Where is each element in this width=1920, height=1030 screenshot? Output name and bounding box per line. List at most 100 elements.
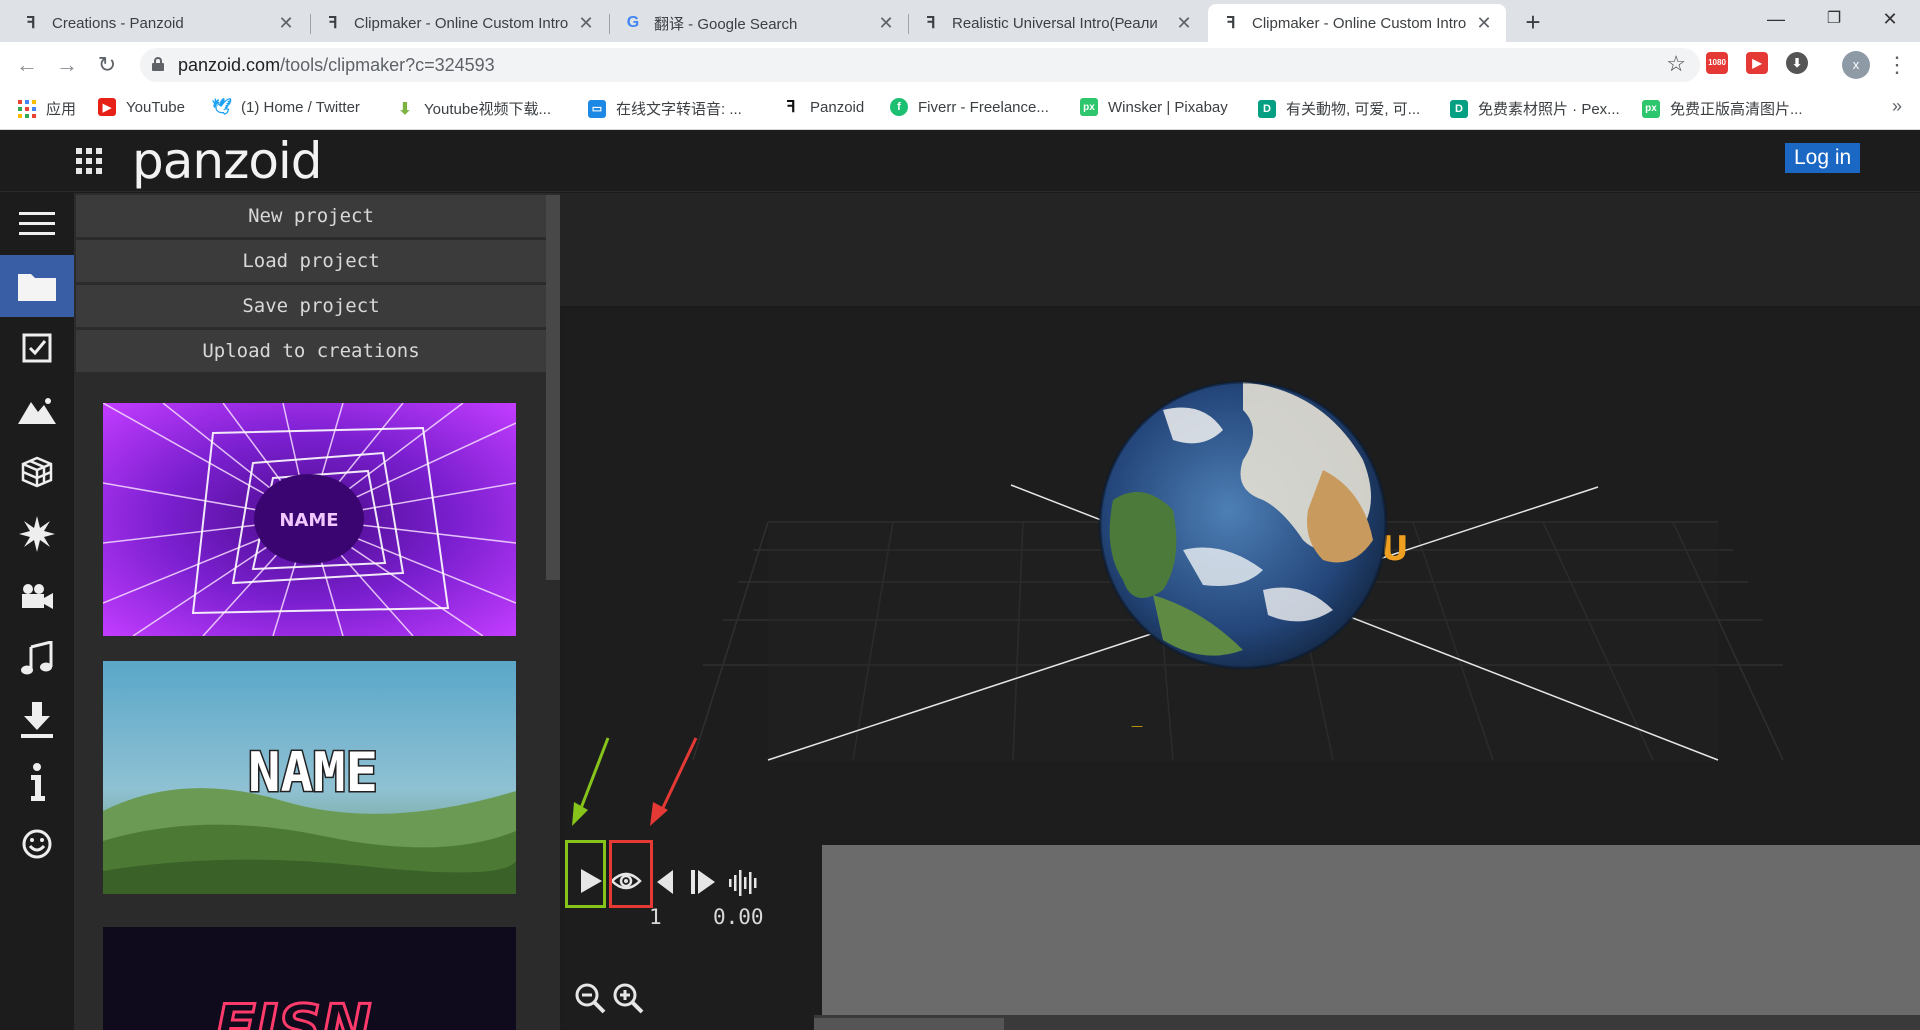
login-button[interactable]: Log in xyxy=(1785,143,1861,173)
download-icon[interactable] xyxy=(0,689,74,751)
fiverr-icon: f xyxy=(890,98,908,116)
new-tab-button[interactable]: + xyxy=(1516,6,1550,40)
save-project-button[interactable]: Save project xyxy=(76,285,546,328)
panzoid-logo[interactable]: panzoid xyxy=(132,132,323,190)
bookmark-label: Fiverr - Freelance... xyxy=(918,98,1049,116)
browser-tab-strip: ꟻ Creations - Panzoid ✕ ꟻ Clipmaker - On… xyxy=(0,0,1920,42)
bookmark-label: 免费正版高清图片... xyxy=(1670,101,1803,118)
browser-tab[interactable]: ꟻ Creations - Panzoid ✕ xyxy=(8,4,308,42)
url-text: panzoid.com/tools/clipmaker?c=324593 xyxy=(178,55,495,75)
camera-icon[interactable] xyxy=(0,565,74,627)
px-icon: px xyxy=(1642,99,1660,118)
cube-icon[interactable] xyxy=(0,441,74,503)
close-tab-icon[interactable]: ✕ xyxy=(576,13,596,34)
bookmark-label: 在线文字转语音: ... xyxy=(616,101,742,118)
menu-icon[interactable] xyxy=(0,193,74,255)
panzoid-favicon: ꟻ xyxy=(26,15,36,32)
bookmark-label: 免费素材照片 · Pex... xyxy=(1478,101,1620,118)
minimize-button[interactable]: — xyxy=(1756,4,1796,34)
app-header: panzoid Log in xyxy=(0,130,1920,192)
profile-avatar[interactable]: x xyxy=(1842,51,1870,79)
timeline-scrollbar[interactable] xyxy=(814,1015,1920,1030)
restore-button[interactable]: ❐ xyxy=(1814,4,1854,34)
green-arrow-icon xyxy=(572,737,610,826)
close-window-button[interactable]: ✕ xyxy=(1870,4,1910,34)
bookmark-panzoid[interactable]: ꟻ Panzoid xyxy=(782,98,865,117)
bookmark-free-images[interactable]: px 免费正版高清图片... xyxy=(1642,98,1803,119)
info-icon[interactable] xyxy=(0,751,74,813)
image-icon[interactable] xyxy=(0,379,74,441)
waveform-icon[interactable] xyxy=(728,869,760,897)
chat-icon: ▭ xyxy=(588,99,606,118)
preview-viewport[interactable]: U — xyxy=(563,310,1920,845)
panel-scrollbar-thumb[interactable] xyxy=(546,195,560,580)
forward-button[interactable]: → xyxy=(52,50,82,80)
reload-button[interactable]: ↻ xyxy=(92,50,122,80)
bookmark-youtube[interactable]: ▶ YouTube xyxy=(98,98,185,116)
bookmark-label: 有关動物, 可爱, 可... xyxy=(1286,101,1421,118)
earth-globe xyxy=(1098,380,1388,670)
omnibox[interactable]: panzoid.com/tools/clipmaker?c=324593 ☆ xyxy=(140,48,1700,82)
red-arrow-icon xyxy=(650,737,698,826)
zoom-in-icon[interactable] xyxy=(612,982,644,1014)
bookmark-fiverr[interactable]: f Fiverr - Freelance... xyxy=(890,98,1049,116)
bookmark-tts[interactable]: ▭ 在线文字转语音: ... xyxy=(588,98,742,119)
d-icon: D xyxy=(1258,99,1276,118)
timeline-track-area[interactable] xyxy=(822,845,1920,1015)
smiley-icon[interactable] xyxy=(0,813,74,875)
music-icon[interactable] xyxy=(0,627,74,689)
timeline-scrollbar-thumb[interactable] xyxy=(814,1018,1004,1030)
back-button[interactable]: ← xyxy=(12,50,42,80)
panzoid-favicon: ꟻ xyxy=(926,15,936,32)
bookmark-pexels[interactable]: D 免费素材照片 · Pex... xyxy=(1450,98,1620,119)
bookmarks-bar: 应用 ▶ YouTube 🕊 (1) Home / Twitter ⬇ Yout… xyxy=(0,88,1920,130)
thumbnail-text: NAME xyxy=(248,741,378,804)
bookmark-pixabay[interactable]: px Winsker | Pixabay xyxy=(1080,98,1228,116)
zoom-out-icon[interactable] xyxy=(574,982,606,1014)
project-panel: New project Load project Save project Up… xyxy=(74,193,560,1030)
panzoid-favicon: ꟻ xyxy=(786,99,796,116)
template-thumbnail[interactable]: NAME xyxy=(103,661,516,894)
close-tab-icon[interactable]: ✕ xyxy=(876,13,896,34)
browser-menu-icon[interactable]: ⋮ xyxy=(1886,51,1908,79)
load-project-button[interactable]: Load project xyxy=(76,240,546,283)
upload-to-creations-button[interactable]: Upload to creations xyxy=(76,330,546,373)
browser-tab[interactable]: G 翻译 - Google Search ✕ xyxy=(610,4,908,42)
ext-download-icon[interactable]: ⬇ xyxy=(1786,52,1808,74)
close-tab-icon[interactable]: ✕ xyxy=(276,13,296,34)
burst-icon[interactable] xyxy=(0,503,74,565)
apps-grid-icon xyxy=(18,99,36,118)
thumbnail-text: NAME xyxy=(279,510,338,531)
bookmark-twitter[interactable]: 🕊 (1) Home / Twitter xyxy=(211,98,360,117)
bookmark-yt-download[interactable]: ⬇ Youtube视频下载... xyxy=(396,98,551,119)
bookmarks-overflow-icon[interactable]: » xyxy=(1892,96,1902,117)
new-project-button[interactable]: New project xyxy=(76,195,546,238)
ext-1080-icon[interactable]: 1080 xyxy=(1706,52,1728,74)
bookmark-apps[interactable]: 应用 xyxy=(18,98,76,119)
google-favicon: G xyxy=(626,14,640,31)
bookmark-star-icon[interactable]: ☆ xyxy=(1666,51,1686,77)
browser-tab[interactable]: ꟻ Realistic Universal Intro(Реали ✕ xyxy=(908,4,1206,42)
lock-icon xyxy=(152,57,164,71)
browser-tab-active[interactable]: ꟻ Clipmaker - Online Custom Intro ✕ xyxy=(1208,4,1506,42)
previous-frame-button[interactable] xyxy=(655,869,675,895)
close-tab-icon[interactable]: ✕ xyxy=(1474,13,1494,34)
template-thumbnail[interactable]: NAME xyxy=(103,403,516,636)
folder-icon[interactable] xyxy=(0,255,74,317)
tab-title: Clipmaker - Online Custom Intro xyxy=(1252,14,1467,32)
close-tab-icon[interactable]: ✕ xyxy=(1174,13,1194,34)
d-icon: D xyxy=(1450,99,1468,118)
panzoid-favicon: ꟻ xyxy=(328,15,338,32)
panzoid-favicon: ꟻ xyxy=(1226,15,1236,32)
ext-play-icon[interactable]: ▶ xyxy=(1746,52,1768,74)
checkbox-icon[interactable] xyxy=(0,317,74,379)
bookmark-animals[interactable]: D 有关動物, 可爱, 可... xyxy=(1258,98,1420,119)
bookmark-label: Panzoid xyxy=(810,98,865,116)
next-frame-button[interactable] xyxy=(690,869,716,895)
twitter-icon: 🕊 xyxy=(211,99,233,116)
browser-tab[interactable]: ꟻ Clipmaker - Online Custom Intro ✕ xyxy=(310,4,608,42)
template-thumbnail[interactable]: FISN xyxy=(103,927,516,1030)
bookmark-label: 应用 xyxy=(46,101,77,118)
app-grid-icon[interactable] xyxy=(76,148,102,174)
panel-scrollbar[interactable] xyxy=(546,193,560,1030)
